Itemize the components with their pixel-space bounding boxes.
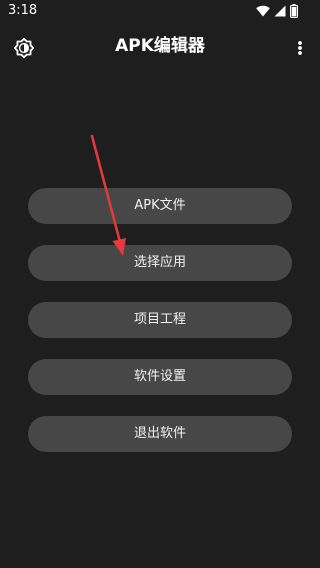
more-vert-icon	[292, 41, 308, 64]
project-button[interactable]: 项目工程	[28, 302, 292, 338]
app-title: APK编辑器	[115, 36, 205, 56]
theme-settings-button[interactable]	[12, 36, 36, 60]
settings-button[interactable]: 软件设置	[28, 359, 292, 395]
apk-file-button[interactable]: APK文件	[28, 188, 292, 224]
choose-app-button[interactable]: 选择应用	[28, 245, 292, 281]
brightness-auto-icon	[12, 37, 36, 64]
annotation-arrow	[90, 134, 126, 256]
wifi-icon	[256, 5, 270, 17]
signal-icon	[274, 5, 286, 17]
status-bar: 3:18	[0, 0, 320, 24]
app-bar: APK编辑器	[0, 24, 320, 70]
status-icons	[256, 4, 298, 18]
status-time: 3:18	[8, 3, 38, 18]
exit-button[interactable]: 退出软件	[28, 416, 292, 452]
battery-icon	[290, 4, 298, 18]
more-options-button[interactable]	[292, 36, 308, 60]
